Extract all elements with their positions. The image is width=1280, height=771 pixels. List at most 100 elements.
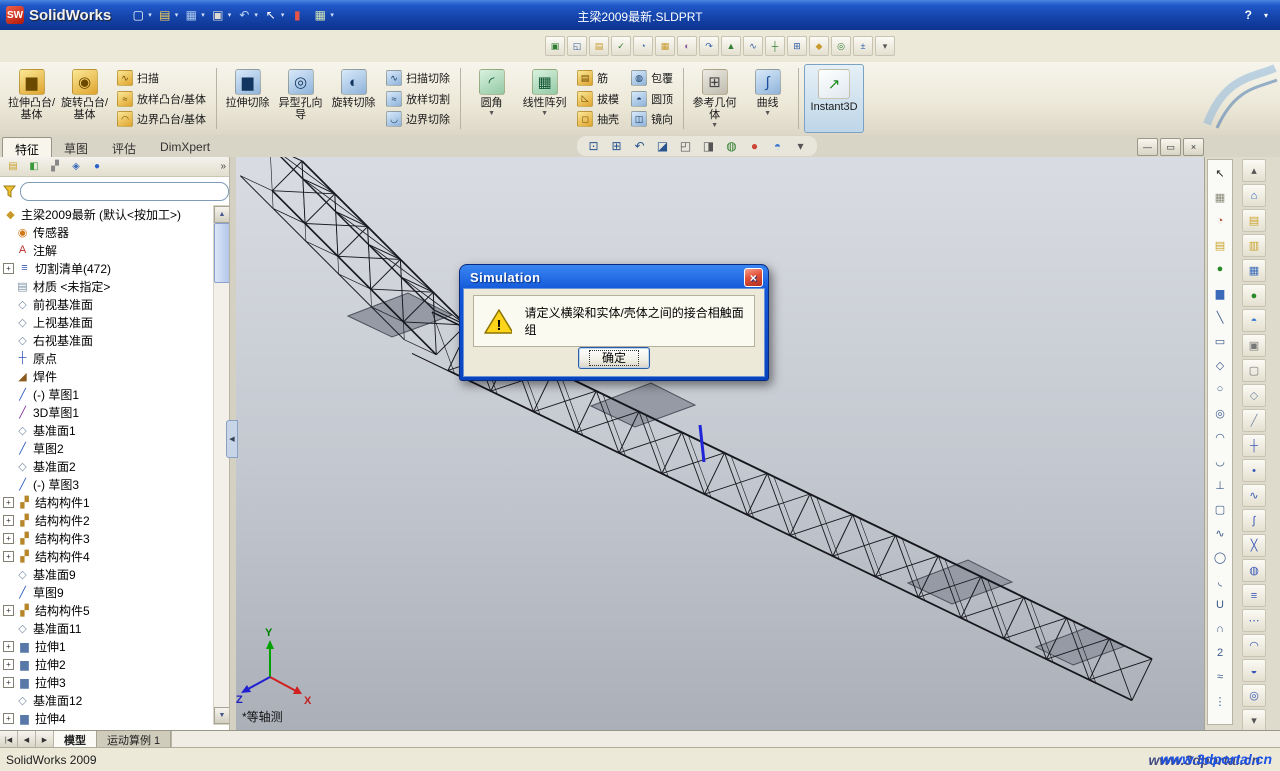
tree-item[interactable]: ◢ 焊件	[0, 367, 212, 385]
curve-button[interactable]: ∫	[1242, 509, 1266, 532]
record-macro-button[interactable]: ▮	[286, 4, 308, 26]
dropdown-caret-icon[interactable]: ▾	[201, 11, 205, 19]
expand-toggle[interactable]: +	[3, 658, 14, 670]
sweep-cut-button[interactable]: ∿ 扫描切除	[383, 69, 453, 87]
three-point-arc-button[interactable]: ◡	[1209, 450, 1231, 472]
rib-button[interactable]: ▤ 筋	[574, 69, 622, 87]
revolve-boss-button[interactable]: ◉ 旋转凸台/基体	[59, 64, 110, 133]
tree-item[interactable]: + ▞ 结构构件1	[0, 493, 212, 511]
up-arrow-button[interactable]: ▴	[1242, 159, 1266, 182]
tree-item[interactable]: ◇ 基准面1	[0, 421, 212, 439]
freeform-button[interactable]: ◠	[1242, 634, 1266, 657]
dropdown-caret-icon[interactable]: ▼	[488, 110, 495, 117]
tree-item[interactable]: ╱ 草图9	[0, 583, 212, 601]
mode-tab[interactable]: 特征	[2, 137, 53, 157]
extrude-cut-button[interactable]: ▆ 拉伸切除	[222, 64, 273, 133]
document-button[interactable]: ▢	[1242, 359, 1266, 382]
tree-item[interactable]: + ▆ 拉伸2	[0, 655, 212, 673]
addins-settings-button[interactable]: ▾	[875, 36, 895, 56]
n-curve-button[interactable]: ∩	[1209, 618, 1231, 640]
grid-system-button[interactable]: ▦	[1209, 186, 1231, 208]
tolanalyst-button[interactable]: ±	[853, 36, 873, 56]
configurationmanager-tab-icon[interactable]: ▞	[46, 159, 64, 175]
dialog-close-button[interactable]: ×	[744, 268, 763, 287]
circle-button[interactable]: ○	[1209, 378, 1231, 400]
coordinate-button[interactable]: ┼	[1242, 434, 1266, 457]
dimxpertmanager-tab-icon[interactable]: ◈	[67, 159, 85, 175]
expand-menu-icon[interactable]: ▾	[1264, 11, 1268, 20]
print-button[interactable]: ▣	[207, 4, 229, 26]
point2-button[interactable]: •	[1242, 459, 1266, 482]
evaluate-button[interactable]: ◔	[1209, 210, 1231, 232]
perpendicular-button[interactable]: ⊥	[1209, 474, 1231, 496]
simulation-addin-button[interactable]: ▲	[721, 36, 741, 56]
panel-collapse-arrow[interactable]: ◀	[226, 420, 238, 458]
loft-button[interactable]: ≈ 放样凸台/基体	[114, 90, 209, 108]
view-orientation-button[interactable]: ◰	[676, 137, 695, 155]
3d-drawing-view-button[interactable]: ◱	[567, 36, 587, 56]
arc-button[interactable]: ◠	[1209, 426, 1231, 448]
extrude-boss-button[interactable]: ▆ 拉伸凸台/基体	[6, 64, 57, 133]
prev-tab-button[interactable]: ◀	[18, 731, 36, 748]
project-button[interactable]: ◍	[1242, 559, 1266, 582]
edit-appearance-button[interactable]: ●	[745, 137, 764, 155]
tree-item[interactable]: ╱ 草图2	[0, 439, 212, 457]
dropdown-caret-icon[interactable]: ▾	[148, 11, 152, 19]
save-button[interactable]: ▦	[180, 4, 202, 26]
tree-item[interactable]: ╱ (-) 草图3	[0, 475, 212, 493]
chart-button[interactable]: ▆	[1209, 282, 1231, 304]
tree-item[interactable]: + ▆ 拉伸4	[0, 709, 212, 727]
tree-item[interactable]: ◆ 主梁2009最新 (默认<按加工>)	[0, 205, 212, 223]
instant3d-button[interactable]: ↗ Instant3D	[804, 64, 865, 133]
close-button[interactable]: ×	[1183, 138, 1204, 156]
circuitworks-button[interactable]: ⊞	[787, 36, 807, 56]
file-explorer-button[interactable]: ▥	[1242, 234, 1266, 257]
tree-item[interactable]: + ≡ 切割清单(472)	[0, 259, 212, 277]
dropdown-caret-icon[interactable]: ▾	[254, 11, 258, 19]
expand-toggle[interactable]: +	[3, 532, 14, 544]
view-settings-button[interactable]: ▾	[791, 137, 810, 155]
boundary-boss-button[interactable]: ◠ 边界凸台/基体	[114, 110, 209, 128]
dropdown-caret-icon[interactable]: ▼	[711, 122, 718, 129]
draft-button[interactable]: ◺ 拔模	[574, 90, 622, 108]
scroll-down-icon[interactable]: ▼	[214, 707, 230, 724]
hole-wizard-button[interactable]: ◎ 异型孔向导	[275, 64, 326, 133]
dropdown-caret-icon[interactable]: ▾	[281, 11, 285, 19]
plane2-button[interactable]: ◇	[1242, 384, 1266, 407]
solidworks-logo[interactable]: SW SolidWorks	[0, 6, 123, 24]
help-button[interactable]: ?	[1245, 8, 1252, 22]
routing-button[interactable]: ┼	[765, 36, 785, 56]
composite-button[interactable]: ≡	[1242, 584, 1266, 607]
toolbox-button[interactable]: ▦	[655, 36, 675, 56]
reference-geometry-button[interactable]: ⊞ 参考几何体 ▼	[689, 64, 740, 133]
motion-manager-button[interactable]: ↷	[699, 36, 719, 56]
mirror-button[interactable]: ◫ 镜向	[628, 110, 676, 128]
sweep-button[interactable]: ∿ 扫描	[114, 69, 209, 87]
tree-item[interactable]: + ▆ 拉伸3	[0, 673, 212, 691]
dialog-ok-button[interactable]: 确定	[578, 347, 650, 369]
zoom-to-area-button[interactable]: ⊞	[607, 137, 626, 155]
linear-pattern-button[interactable]: ▦ 线性阵列 ▼	[519, 64, 570, 133]
select-cursor-button[interactable]: ↖	[1209, 162, 1231, 184]
wave-button[interactable]: ≈	[1209, 666, 1231, 688]
displaymanager-tab-icon[interactable]: ●	[88, 159, 106, 175]
flow-simulation-button[interactable]: ∿	[743, 36, 763, 56]
fillet-button[interactable]: ◜ 圆角 ▼	[466, 64, 517, 133]
new-document-button[interactable]: ▢	[127, 4, 149, 26]
loft-cut-button[interactable]: ≈ 放样切割	[383, 90, 453, 108]
sphere-button[interactable]: ●	[1209, 258, 1231, 280]
expand-toggle[interactable]: +	[3, 514, 14, 526]
dome-button[interactable]: ◓ 圆顶	[628, 90, 676, 108]
scrollbar-thumb[interactable]	[214, 223, 230, 283]
previous-view-button[interactable]: ↶	[630, 137, 649, 155]
mode-tab[interactable]: 评估	[100, 137, 148, 157]
revolve-cut-button[interactable]: ◐ 旋转切除	[328, 64, 379, 133]
tree-item[interactable]: ▤ 材质 <未指定>	[0, 277, 212, 295]
dropdown-caret-icon[interactable]: ▼	[764, 110, 771, 117]
featureworks-button[interactable]: ◆	[809, 36, 829, 56]
apply-scene-button[interactable]: ◓	[768, 137, 787, 155]
tree-item[interactable]: + ▞ 结构构件5	[0, 601, 212, 619]
scroll-up-icon[interactable]: ▲	[214, 206, 230, 223]
screen-capture-button[interactable]: ▣	[545, 36, 565, 56]
tree-item[interactable]: ╱ (-) 草图1	[0, 385, 212, 403]
